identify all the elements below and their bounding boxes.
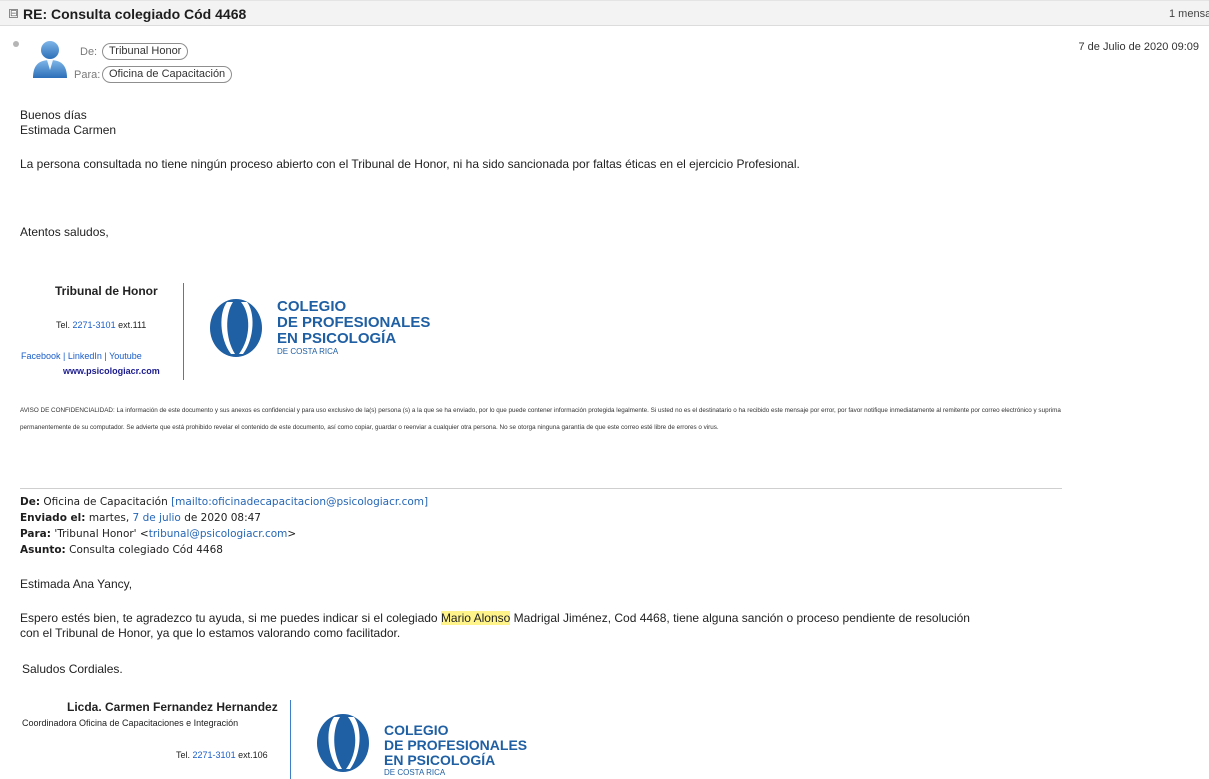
quoted-from-mailto-link[interactable]: [mailto:oficinadecapacitacion@psicologia… — [171, 496, 428, 508]
signature2-role: Coordinadora Oficina de Capacitaciones e… — [22, 718, 239, 728]
quoted-greeting: Estimada Ana Yancy, — [20, 577, 133, 591]
quoted-sent-label: Enviado el: — [20, 512, 86, 524]
quoted-sent-time: de 2020 08:47 — [184, 512, 261, 524]
tel2-ext: ext.106 — [238, 750, 268, 760]
quoted-from-label: De: — [20, 496, 41, 508]
logo-line1: COLEGIO — [277, 298, 347, 315]
quoted-message-post: Madrigal Jiménez, Cod 4468, tiene alguna… — [513, 611, 970, 625]
quoted-to: Para: 'Tribunal Honor' <tribunal@psicolo… — [20, 528, 296, 540]
sender-chip[interactable]: Tribunal Honor — [102, 43, 189, 60]
logo2-line1: COLEGIO — [384, 722, 449, 738]
avatar-icon — [33, 41, 67, 78]
tel2-link[interactable]: 2271-3101 — [193, 750, 236, 760]
tel2-label: Tel. — [176, 750, 191, 760]
quoted-sent-date-link[interactable]: 7 de julio — [133, 512, 181, 524]
quoted-message-line2: con el Tribunal de Honor, ya que lo esta… — [20, 626, 401, 640]
colegio-logo2-icon — [317, 714, 369, 772]
message-date: 7 de Julio de 2020 09:09 — [1078, 41, 1200, 53]
collapse-icon[interactable]: ⊟ — [9, 9, 18, 18]
signature2-name: Licda. Carmen Fernandez Hernandez — [67, 700, 278, 714]
tel-label: Tel. — [56, 320, 71, 330]
logo2-line3: EN PSICOLOGÍA — [384, 752, 496, 768]
signature-tel: Tel. 2271-3101 ext.111 — [56, 320, 146, 330]
quoted-subject: Asunto: Consulta colegiado Cód 4468 — [20, 544, 223, 556]
quoted-to-label: Para: — [20, 528, 51, 540]
message-text: La persona consultada no tiene ningún pr… — [20, 157, 800, 171]
quoted-from: De: Oficina de Capacitación [mailto:ofic… — [20, 496, 428, 508]
quoted-sent-day: martes, — [88, 512, 130, 524]
thread-subject: RE: Consulta colegiado Cód 4468 — [23, 6, 247, 22]
colegio-logo-icon — [210, 299, 262, 357]
quote-divider — [20, 488, 1062, 489]
salutation: Estimada Carmen — [20, 123, 117, 137]
quoted-closing: Saludos Cordiales. — [22, 662, 123, 676]
unread-dot-icon — [13, 41, 19, 47]
to-label: Para: — [74, 69, 101, 81]
tel-link[interactable]: 2271-3101 — [73, 320, 116, 330]
signature-divider — [183, 283, 184, 380]
social-links[interactable]: Facebook | LinkedIn | Youtube — [21, 351, 142, 361]
signature-name: Tribunal de Honor — [55, 284, 158, 298]
logo-line2: DE PROFESIONALES — [277, 314, 431, 331]
quoted-subject-label: Asunto: — [20, 544, 66, 556]
quoted-subject-text: Consulta colegiado Cód 4468 — [69, 544, 223, 556]
logo-line4: DE COSTA RICA — [277, 347, 339, 356]
greeting: Buenos días — [20, 108, 87, 122]
recipient-chip[interactable]: Oficina de Capacitación — [102, 66, 233, 83]
quoted-from-name: Oficina de Capacitación — [43, 496, 168, 508]
closing: Atentos saludos, — [20, 225, 109, 239]
quoted-message-line1: Espero estés bien, te agradezco tu ayuda… — [20, 611, 970, 625]
logo2-line2: DE PROFESIONALES — [384, 737, 528, 753]
logo-line3: EN PSICOLOGÍA — [277, 330, 397, 347]
logo2-line4: DE COSTA RICA — [384, 768, 446, 777]
confidentiality-notice: AVISO DE CONFIDENCIALIDAD: La informació… — [20, 407, 1061, 431]
quoted-to-email-link[interactable]: tribunal@psicologiacr.com — [149, 528, 288, 540]
highlighted-name: Mario Alonso — [440, 611, 511, 625]
quoted-sent: Enviado el: martes, 7 de julio de 2020 0… — [20, 512, 261, 524]
quoted-message-pre: Espero estés bien, te agradezco tu ayuda… — [20, 611, 438, 625]
thread-header: ⊟ RE: Consulta colegiado Cód 4468 1 mens… — [0, 0, 1209, 26]
signature2-divider — [290, 700, 291, 779]
from-label: De: — [80, 46, 98, 58]
quoted-to-name: 'Tribunal Honor' < — [54, 528, 149, 540]
quoted-to-suffix: > — [287, 528, 297, 540]
website-link[interactable]: www.psicologiacr.com — [63, 366, 160, 376]
tel-ext: ext.111 — [118, 320, 147, 330]
signature2-tel: Tel. 2271-3101 ext.106 — [176, 750, 268, 760]
message-count: 1 mensaje — [1169, 8, 1209, 20]
